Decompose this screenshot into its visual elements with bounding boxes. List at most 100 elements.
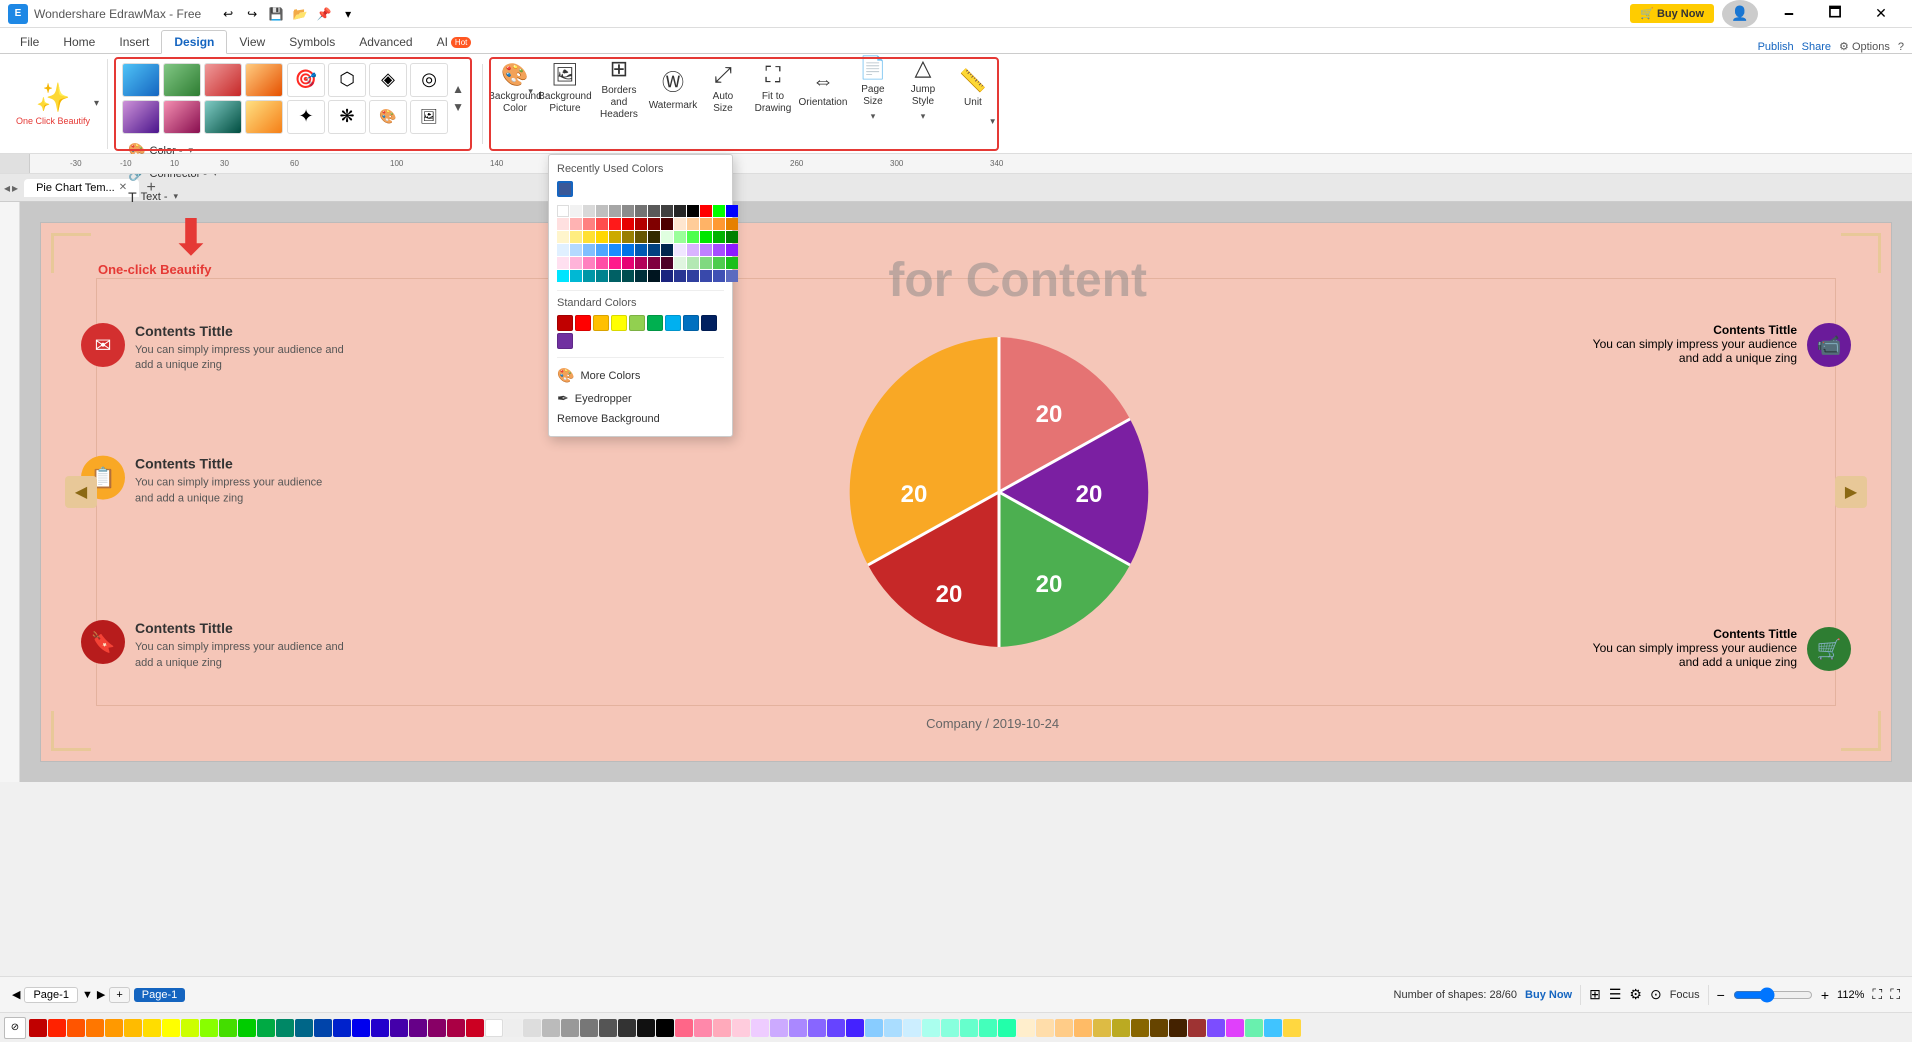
palette-color-63[interactable] (1245, 1019, 1263, 1037)
more-colors-link[interactable]: 🎨 More Colors (557, 364, 724, 387)
share-link[interactable]: Share (1802, 41, 1831, 53)
color-swatch[interactable] (583, 270, 595, 282)
std-color-2[interactable] (575, 315, 591, 331)
color-swatch[interactable] (700, 244, 712, 256)
palette-color-18[interactable] (352, 1019, 370, 1037)
palette-color-40[interactable] (808, 1019, 826, 1037)
color-swatch[interactable] (635, 231, 647, 243)
palette-color-22[interactable] (428, 1019, 446, 1037)
fit-to-drawing-button[interactable]: ⛶ Fit to Drawing (749, 59, 797, 119)
jump-style-button[interactable]: △ Jump Style ▾ (899, 59, 947, 119)
color-swatch[interactable] (726, 205, 738, 217)
canvas-nav-right[interactable]: ▶ (1835, 476, 1867, 508)
color-swatch[interactable] (570, 205, 582, 217)
jump-style-arrow[interactable]: ▾ (921, 111, 926, 122)
redo-button[interactable]: ↪ (241, 3, 263, 25)
section-collapse-arrow[interactable]: ▾ (94, 98, 99, 109)
color-swatch[interactable] (596, 244, 608, 256)
color-swatch[interactable] (661, 218, 673, 230)
color-swatch[interactable] (661, 231, 673, 243)
palette-color-5[interactable] (105, 1019, 123, 1037)
color-swatch[interactable] (661, 257, 673, 269)
palette-color-21[interactable] (409, 1019, 427, 1037)
beautify-style-15[interactable]: 🎨 (369, 100, 407, 134)
color-swatch[interactable] (596, 218, 608, 230)
color-swatch[interactable] (583, 244, 595, 256)
page-next[interactable]: ▶ (97, 988, 105, 1001)
color-swatch[interactable] (713, 218, 725, 230)
color-swatch[interactable] (609, 244, 621, 256)
palette-color-38[interactable] (770, 1019, 788, 1037)
color-swatch[interactable] (674, 205, 686, 217)
color-swatch[interactable] (726, 218, 738, 230)
color-swatch[interactable] (583, 205, 595, 217)
color-swatch[interactable] (648, 270, 660, 282)
unit-button[interactable]: 📏 Unit (949, 59, 997, 119)
color-swatch[interactable] (713, 257, 725, 269)
color-swatch[interactable] (596, 205, 608, 217)
options-link[interactable]: ⚙ Options (1839, 40, 1890, 53)
more-button[interactable]: ▾ (337, 3, 359, 25)
tab-design[interactable]: Design (161, 30, 227, 54)
maximize-button[interactable]: 🗖 (1812, 0, 1858, 28)
minimize-button[interactable]: 🗕 (1766, 0, 1812, 28)
grid-view-icon[interactable]: ⊞ (1589, 986, 1601, 1003)
color-swatch[interactable] (622, 244, 634, 256)
palette-color-61[interactable] (1207, 1019, 1225, 1037)
palette-color-60[interactable] (1188, 1019, 1206, 1037)
beautify-style-11[interactable]: ◈ (369, 63, 407, 97)
color-swatch[interactable] (674, 218, 686, 230)
color-swatch[interactable] (687, 244, 699, 256)
color-swatch[interactable] (609, 257, 621, 269)
palette-color-53[interactable] (1055, 1019, 1073, 1037)
palette-color-6[interactable] (124, 1019, 142, 1037)
palette-color-26[interactable] (523, 1019, 541, 1037)
palette-color-11[interactable] (219, 1019, 237, 1037)
color-swatch[interactable] (726, 231, 738, 243)
color-swatch[interactable] (661, 244, 673, 256)
publish-link[interactable]: Publish (1758, 41, 1794, 53)
palette-color-4[interactable] (86, 1019, 104, 1037)
color-swatch[interactable] (674, 257, 686, 269)
beautify-scroll-up[interactable]: ▲ (452, 82, 464, 96)
page-size-button[interactable]: 📄 Page Size ▾ (849, 59, 897, 119)
palette-color-58[interactable] (1150, 1019, 1168, 1037)
palette-color-29[interactable] (580, 1019, 598, 1037)
tabs-nav-right[interactable]: ▸ (12, 181, 18, 195)
color-black[interactable] (687, 205, 699, 217)
color-swatch[interactable] (596, 231, 608, 243)
color-swatch[interactable] (622, 205, 634, 217)
list-view-icon[interactable]: ☰ (1609, 986, 1622, 1003)
palette-color-62[interactable] (1226, 1019, 1244, 1037)
color-swatch[interactable] (648, 205, 660, 217)
color-swatch[interactable] (713, 270, 725, 282)
color-swatch[interactable] (622, 218, 634, 230)
palette-color-49[interactable] (979, 1019, 997, 1037)
color-swatch[interactable] (713, 244, 725, 256)
palette-color-51[interactable] (1017, 1019, 1035, 1037)
beautify-style-5[interactable] (122, 100, 160, 134)
palette-color-43[interactable] (865, 1019, 883, 1037)
color-swatch[interactable] (687, 218, 699, 230)
beautify-style-2[interactable] (163, 63, 201, 97)
canvas-nav-left[interactable]: ◀ (65, 476, 97, 508)
palette-color-10[interactable] (200, 1019, 218, 1037)
eyedropper-link[interactable]: ✒ Eyedropper (557, 387, 724, 410)
remove-background-link[interactable]: Remove Background (557, 410, 724, 428)
color-swatch[interactable] (609, 205, 621, 217)
color-swatch[interactable] (583, 231, 595, 243)
open-button[interactable]: 📂 (289, 3, 311, 25)
tab-ai[interactable]: AI Hot (425, 31, 484, 53)
std-color-4[interactable] (611, 315, 627, 331)
palette-color-56[interactable] (1112, 1019, 1130, 1037)
palette-color-9[interactable] (181, 1019, 199, 1037)
palette-color-50[interactable] (998, 1019, 1016, 1037)
orientation-button[interactable]: ⇔ Orientation (799, 59, 847, 119)
palette-color-8[interactable] (162, 1019, 180, 1037)
background-color-button[interactable]: 🎨 Background Color ▾ (491, 59, 539, 119)
palette-color-32[interactable] (637, 1019, 655, 1037)
color-swatch[interactable] (596, 270, 608, 282)
color-swatch[interactable] (661, 205, 673, 217)
zoom-out-icon[interactable]: − (1717, 987, 1725, 1003)
color-swatch[interactable] (570, 231, 582, 243)
